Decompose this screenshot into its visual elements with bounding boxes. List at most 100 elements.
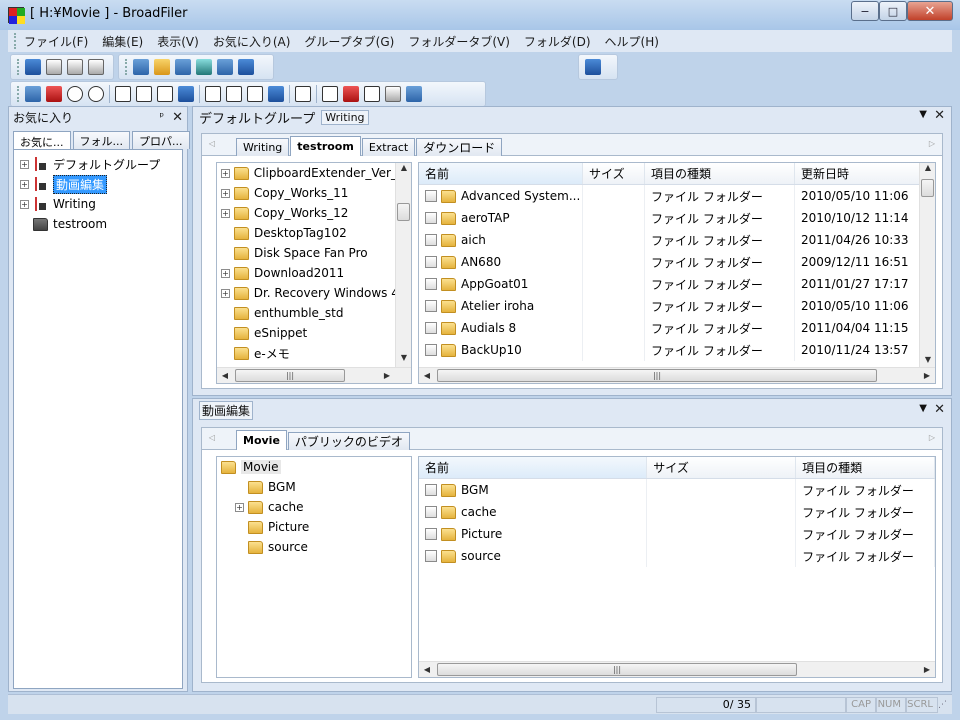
monitor-icon[interactable] [268,86,284,102]
row-checkbox[interactable] [425,300,437,312]
tab-writing[interactable]: Writing [236,138,290,156]
menu-file[interactable]: ファイル(F) [17,33,95,50]
table-row[interactable]: Picture ファイル フォルダー [419,523,935,545]
row-checkbox[interactable] [425,528,437,540]
tab-favorites[interactable]: お気に... [13,131,71,151]
copy-icon[interactable] [322,86,338,102]
tree-item[interactable]: + Copy_Works_11 [221,183,397,203]
arrow-left-icon[interactable] [67,86,83,102]
pin-icon[interactable]: ᵖ [159,110,164,125]
dual-pane-icon[interactable] [157,86,173,102]
tab-scroll-right-icon[interactable]: ▷ [924,433,940,442]
undo-icon[interactable] [295,86,311,102]
close-window-button[interactable]: ✕ [907,1,953,21]
table-row[interactable]: BGM ファイル フォルダー [419,479,935,501]
toolbar-grip[interactable] [17,59,20,75]
documents-icon[interactable] [154,59,170,75]
single-pane-icon[interactable] [115,86,131,102]
tree-item-root[interactable]: Movie [221,457,309,477]
row-checkbox[interactable] [425,278,437,290]
table-row[interactable]: aeroTAP ファイル フォルダー 2010/10/12 11:14 [419,207,935,229]
column-size[interactable]: サイズ [647,457,797,478]
menu-help[interactable]: ヘルプ(H) [598,33,666,50]
details-view-icon[interactable] [226,86,242,102]
expander-icon[interactable]: + [20,179,29,189]
tree-item[interactable]: Picture [221,517,309,537]
table-row[interactable]: Audials 8 ファイル フォルダー 2011/04/04 11:15 [419,317,935,339]
table-row[interactable]: BackUp10 ファイル フォルダー 2010/11/24 13:57 [419,339,935,361]
group-badge[interactable]: Writing [321,109,369,125]
tree-item-writing[interactable]: + Writing [20,194,176,214]
row-checkbox[interactable] [425,190,437,202]
pane-menu-icon[interactable]: ▼ [919,403,927,414]
list-view-icon[interactable] [205,86,221,102]
paste-icon[interactable] [364,86,380,102]
expander-icon[interactable]: + [235,502,244,512]
table-row[interactable]: Atelier iroha ファイル フォルダー 2010/05/10 11:06 [419,295,935,317]
expander-icon[interactable]: + [221,208,230,218]
table-row[interactable]: AppGoat01 ファイル フォルダー 2011/01/27 17:17 [419,273,935,295]
desktop-icon[interactable] [133,59,149,75]
table-row[interactable]: cache ファイル フォルダー [419,501,935,523]
expander-icon[interactable]: + [221,288,230,298]
column-type[interactable]: 項目の種類 [645,163,795,184]
column-name[interactable]: 名前 [419,457,648,478]
row-checkbox[interactable] [425,550,437,562]
tab-scroll-right-icon[interactable]: ▷ [924,139,940,148]
move-icon[interactable] [385,86,401,102]
tree-hscroll[interactable]: ◀ ||| ▶ [217,367,411,383]
tree-item[interactable]: + Dr. Recovery Windows 4 [221,283,399,303]
close-pane-icon[interactable]: ✕ [934,402,945,417]
expander-icon[interactable]: + [221,268,230,278]
tab-scroll-left-icon[interactable]: ◁ [204,433,220,442]
tab-public-videos[interactable]: パブリックのビデオ [287,432,410,450]
computer-icon[interactable] [25,59,41,75]
tree-item-testroom[interactable]: testroom [20,214,176,234]
toolbar-grip[interactable] [125,59,128,75]
list-vscroll[interactable]: ▲ ▼ [919,163,935,369]
row-checkbox[interactable] [425,234,437,246]
tab-scroll-left-icon[interactable]: ◁ [204,139,220,148]
filmstrip-icon[interactable] [178,86,194,102]
list-hscroll[interactable]: ◀ ||| ▶ [419,367,935,383]
expander-icon[interactable]: + [221,168,230,178]
tree-item[interactable]: DesktopTag102 [221,223,397,243]
thumbnail-view-icon[interactable] [247,86,263,102]
tree-item[interactable]: Disk Space Fan Pro [221,243,397,263]
menu-group-tab[interactable]: グループタブ(G) [297,33,401,50]
menu-edit[interactable]: 編集(E) [95,33,150,50]
split-pane-icon[interactable] [136,86,152,102]
tree-item[interactable]: + Download2011 [221,263,397,283]
tree-item[interactable]: + ClipboardExtender_Ver_ [221,163,397,183]
column-size[interactable]: サイズ [583,163,645,184]
menu-folder[interactable]: フォルダ(D) [517,33,598,50]
row-checkbox[interactable] [425,484,437,496]
maximize-button[interactable]: □ [879,1,907,21]
tree-item[interactable]: + Copy_Works_12 [221,203,397,223]
menu-folder-tab[interactable]: フォルダータブ(V) [401,33,517,50]
computer-icon[interactable] [585,59,601,75]
cut-icon[interactable] [343,86,359,102]
tree-item-video-edit[interactable]: + 動画編集 [20,174,176,194]
row-checkbox[interactable] [425,506,437,518]
pane-menu-icon[interactable]: ▼ [919,109,927,120]
minimize-button[interactable]: − [851,1,879,21]
row-checkbox[interactable] [425,212,437,224]
column-name[interactable]: 名前 [419,163,583,184]
arrow-right-icon[interactable] [88,86,104,102]
removable-drive-icon[interactable] [88,59,104,75]
close-pane-icon[interactable]: ✕ [934,108,945,123]
expander-icon[interactable]: + [221,188,230,198]
tree-item[interactable]: BGM [221,477,309,497]
menu-view[interactable]: 表示(V) [150,33,206,50]
delete-icon[interactable] [406,86,422,102]
table-row[interactable]: source ファイル フォルダー [419,545,935,567]
resize-grip-icon[interactable]: ⋰ [938,700,952,710]
tab-testroom[interactable]: testroom [290,136,361,156]
tab-extract[interactable]: Extract [361,138,416,156]
share-icon[interactable] [196,59,212,75]
expander-icon[interactable]: + [20,159,29,169]
table-row[interactable]: Advanced System... ファイル フォルダー 2010/05/10 1… [419,185,935,207]
list-hscroll[interactable]: ◀ ||| ▶ [419,661,935,677]
expander-icon[interactable]: + [20,199,29,209]
